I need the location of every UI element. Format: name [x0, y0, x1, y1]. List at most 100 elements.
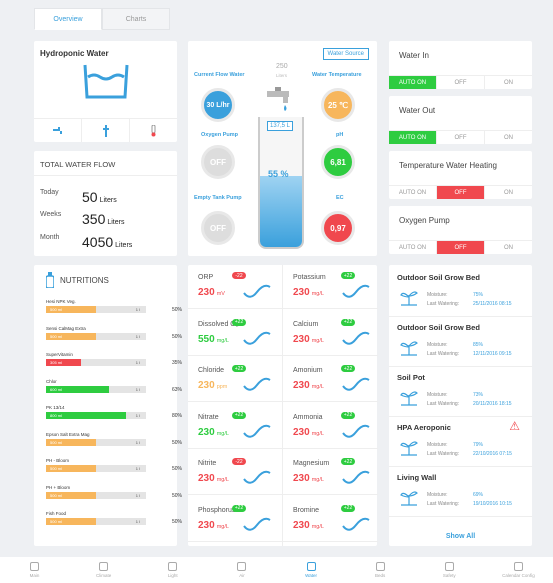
nav-item-beds[interactable]: Beds: [350, 557, 410, 583]
toggle-option-off[interactable]: OFF: [437, 131, 485, 144]
chem-badge: +22: [341, 411, 355, 419]
chem-cell[interactable]: Potassium +22 230 mg/L: [283, 265, 378, 309]
nutrition-bar[interactable]: 500 ml 1 l: [46, 465, 146, 472]
chem-cell[interactable]: Chloride +22 230 ppm: [188, 358, 283, 402]
water-temperature-gauge[interactable]: 25 ℃: [321, 88, 355, 122]
card-title: TOTAL WATER FLOW: [40, 160, 116, 169]
plant-icon: [399, 437, 419, 457]
watering-row: Last Watering: 20/11/2016 18:15: [427, 401, 512, 407]
soil-item[interactable]: Soil Pot Moisture: 73% Last Watering: 20/11/…: [389, 365, 532, 417]
trend-wave-icon: [243, 470, 271, 484]
flow-row-weeks: Weeks 350 Liters: [40, 211, 124, 227]
flow-unit: Liters: [99, 197, 117, 204]
soil-item[interactable]: HPA Aeroponic ⚠ Moisture: 79% Last Watering:…: [389, 415, 532, 467]
toggle-option-on[interactable]: ON: [485, 241, 532, 254]
faucet-icon[interactable]: [34, 119, 82, 142]
watering-row: Last Watering: 25/11/2016 08:15: [427, 301, 512, 307]
grid-divider: [282, 265, 283, 546]
nutrition-bar[interactable]: 600 ml 1 l: [46, 385, 146, 393]
chem-cell[interactable]: Nitrite -22 230 mg/L: [188, 451, 283, 495]
chemistry-card: ORP -22 230 mV Potassium +22 230 mg/L Dissolved …: [188, 265, 378, 546]
nutrition-bar[interactable]: 500 ml 1 l: [46, 491, 146, 499]
ph-gauge[interactable]: 6,81: [321, 145, 355, 179]
water-source-card: Water Source 250 Liters Current Flow Wat…: [188, 41, 377, 256]
flow-unit: Liters: [107, 219, 125, 226]
chem-cell[interactable]: Bromine +22 230 mg/L: [283, 498, 378, 542]
plant-icon: [399, 337, 419, 357]
nutrition-bar[interactable]: 305 ml 1 l: [46, 359, 146, 366]
chem-value: 230: [198, 380, 215, 391]
soil-item[interactable]: Outdoor Soil Grow Bed Moisture: 75% Last Wa…: [389, 265, 532, 317]
chem-cell[interactable]: Phosphorus +22 230 mg/L: [188, 498, 283, 542]
toggle-option-auto-on[interactable]: AUTO ON: [389, 186, 437, 199]
nutrition-percent: 50%: [172, 466, 183, 472]
card-title: Hydroponic Water: [40, 49, 109, 58]
chem-value: 230: [198, 426, 215, 438]
nav-label: Water: [305, 573, 317, 578]
nav-item-safety[interactable]: Safety: [419, 557, 479, 583]
chem-cell[interactable]: ORP -22 230 mV: [188, 265, 283, 309]
nutrition-bar[interactable]: 800 ml 1 l: [46, 412, 146, 419]
trend-wave-icon: [342, 284, 370, 298]
chem-cell[interactable]: Dissolved O₂ +22 550 mg/L: [188, 312, 283, 356]
nutrition-bar[interactable]: 500 ml 1 l: [46, 306, 146, 313]
toggle-option-auto-on[interactable]: AUTO ON: [389, 241, 437, 254]
watering-label: Last Watering:: [427, 301, 460, 307]
control-card: Temperature Water Heating AUTO ON OFF ON: [389, 151, 532, 199]
chem-cell[interactable]: Amonium +22 230 mg/L: [283, 358, 378, 402]
chem-name: Potassium: [293, 274, 326, 281]
trend-wave-icon: [342, 331, 370, 345]
nav-item-water[interactable]: Water: [281, 557, 341, 583]
toggle-option-auto-on[interactable]: AUTO ON: [389, 76, 437, 89]
chem-value-row: 230 mg/L: [293, 520, 324, 531]
trend-wave-icon: [342, 377, 370, 391]
toggle-option-on[interactable]: ON: [485, 76, 532, 89]
toggle-option-on[interactable]: ON: [485, 131, 532, 144]
nutrition-bar[interactable]: 500 ml 1 l: [46, 438, 146, 446]
soil-title: Outdoor Soil Grow Bed: [397, 323, 480, 332]
watering-row: Last Watering: 12/11/2016 09:15: [427, 351, 512, 357]
chem-cell[interactable]: Ammonia +22 230 mg/L: [283, 405, 378, 449]
nav-item-main[interactable]: Main: [5, 557, 65, 583]
toggle-option-on[interactable]: ON: [485, 186, 532, 199]
chem-cell[interactable]: Calcium +22 230 mg/L: [283, 312, 378, 356]
nav-label: Air: [239, 573, 245, 578]
nav-item-air[interactable]: Air: [212, 557, 272, 583]
toggle-option-off[interactable]: OFF: [437, 241, 485, 254]
soil-item[interactable]: Outdoor Soil Grow Bed Moisture: 85% Last Wa…: [389, 315, 532, 367]
nutrition-bar[interactable]: 500 ml 1 l: [46, 518, 146, 525]
tab-overview[interactable]: Overview: [34, 8, 102, 30]
water-source-button[interactable]: Water Source: [322, 48, 369, 60]
tap-icon: [267, 87, 289, 111]
nav-item-calendar-config[interactable]: Calendar Config: [488, 557, 548, 583]
nutrition-percent: 50%: [172, 519, 183, 525]
current-flow-gauge[interactable]: 30 L/hr: [201, 88, 235, 122]
bottom-nav: Main Climate Light Air Water Beds Safety Calend…: [0, 557, 553, 583]
chem-cell[interactable]: Nitrate +22 230 mg/L: [188, 405, 283, 449]
toggle-option-off[interactable]: OFF: [437, 76, 485, 89]
chem-value: 230: [293, 426, 310, 438]
nav-item-climate[interactable]: Climate: [74, 557, 134, 583]
soil-title: Living Wall: [397, 473, 437, 482]
flow-unit: Liters: [115, 242, 133, 249]
oxygen-pump-gauge[interactable]: OFF: [201, 145, 235, 179]
tab-charts[interactable]: Charts: [102, 8, 170, 30]
ec-gauge[interactable]: 0,97: [321, 211, 355, 245]
nav-item-light[interactable]: Light: [143, 557, 203, 583]
show-all-link[interactable]: Show All: [389, 533, 532, 540]
toggle-option-off[interactable]: OFF: [437, 186, 485, 199]
soil-item[interactable]: Living Wall Moisture: 69% Last Watering: 19/…: [389, 465, 532, 517]
empty-tank-label: Empty Tank Pump: [194, 195, 242, 201]
sensor-icon[interactable]: [82, 119, 130, 142]
nutrition-bar[interactable]: 500 ml 1 l: [46, 332, 146, 340]
oxygen-pump-label: Oxygen Pump: [201, 132, 238, 138]
toggle-option-auto-on[interactable]: AUTO ON: [389, 131, 437, 144]
watering-label: Last Watering:: [427, 501, 460, 507]
empty-tank-gauge[interactable]: OFF: [201, 211, 235, 245]
nutrition-capacity: 1 l: [135, 519, 140, 524]
chem-cell[interactable]: Magnesium +22 230 mg/L: [283, 451, 378, 495]
thermometer-icon[interactable]: [130, 119, 177, 142]
nutrition-item: Chlor 600 ml 1 l 63%: [46, 379, 196, 393]
nutrition-name: Chlor: [46, 378, 57, 384]
nav-label: Calendar Config: [502, 573, 535, 578]
